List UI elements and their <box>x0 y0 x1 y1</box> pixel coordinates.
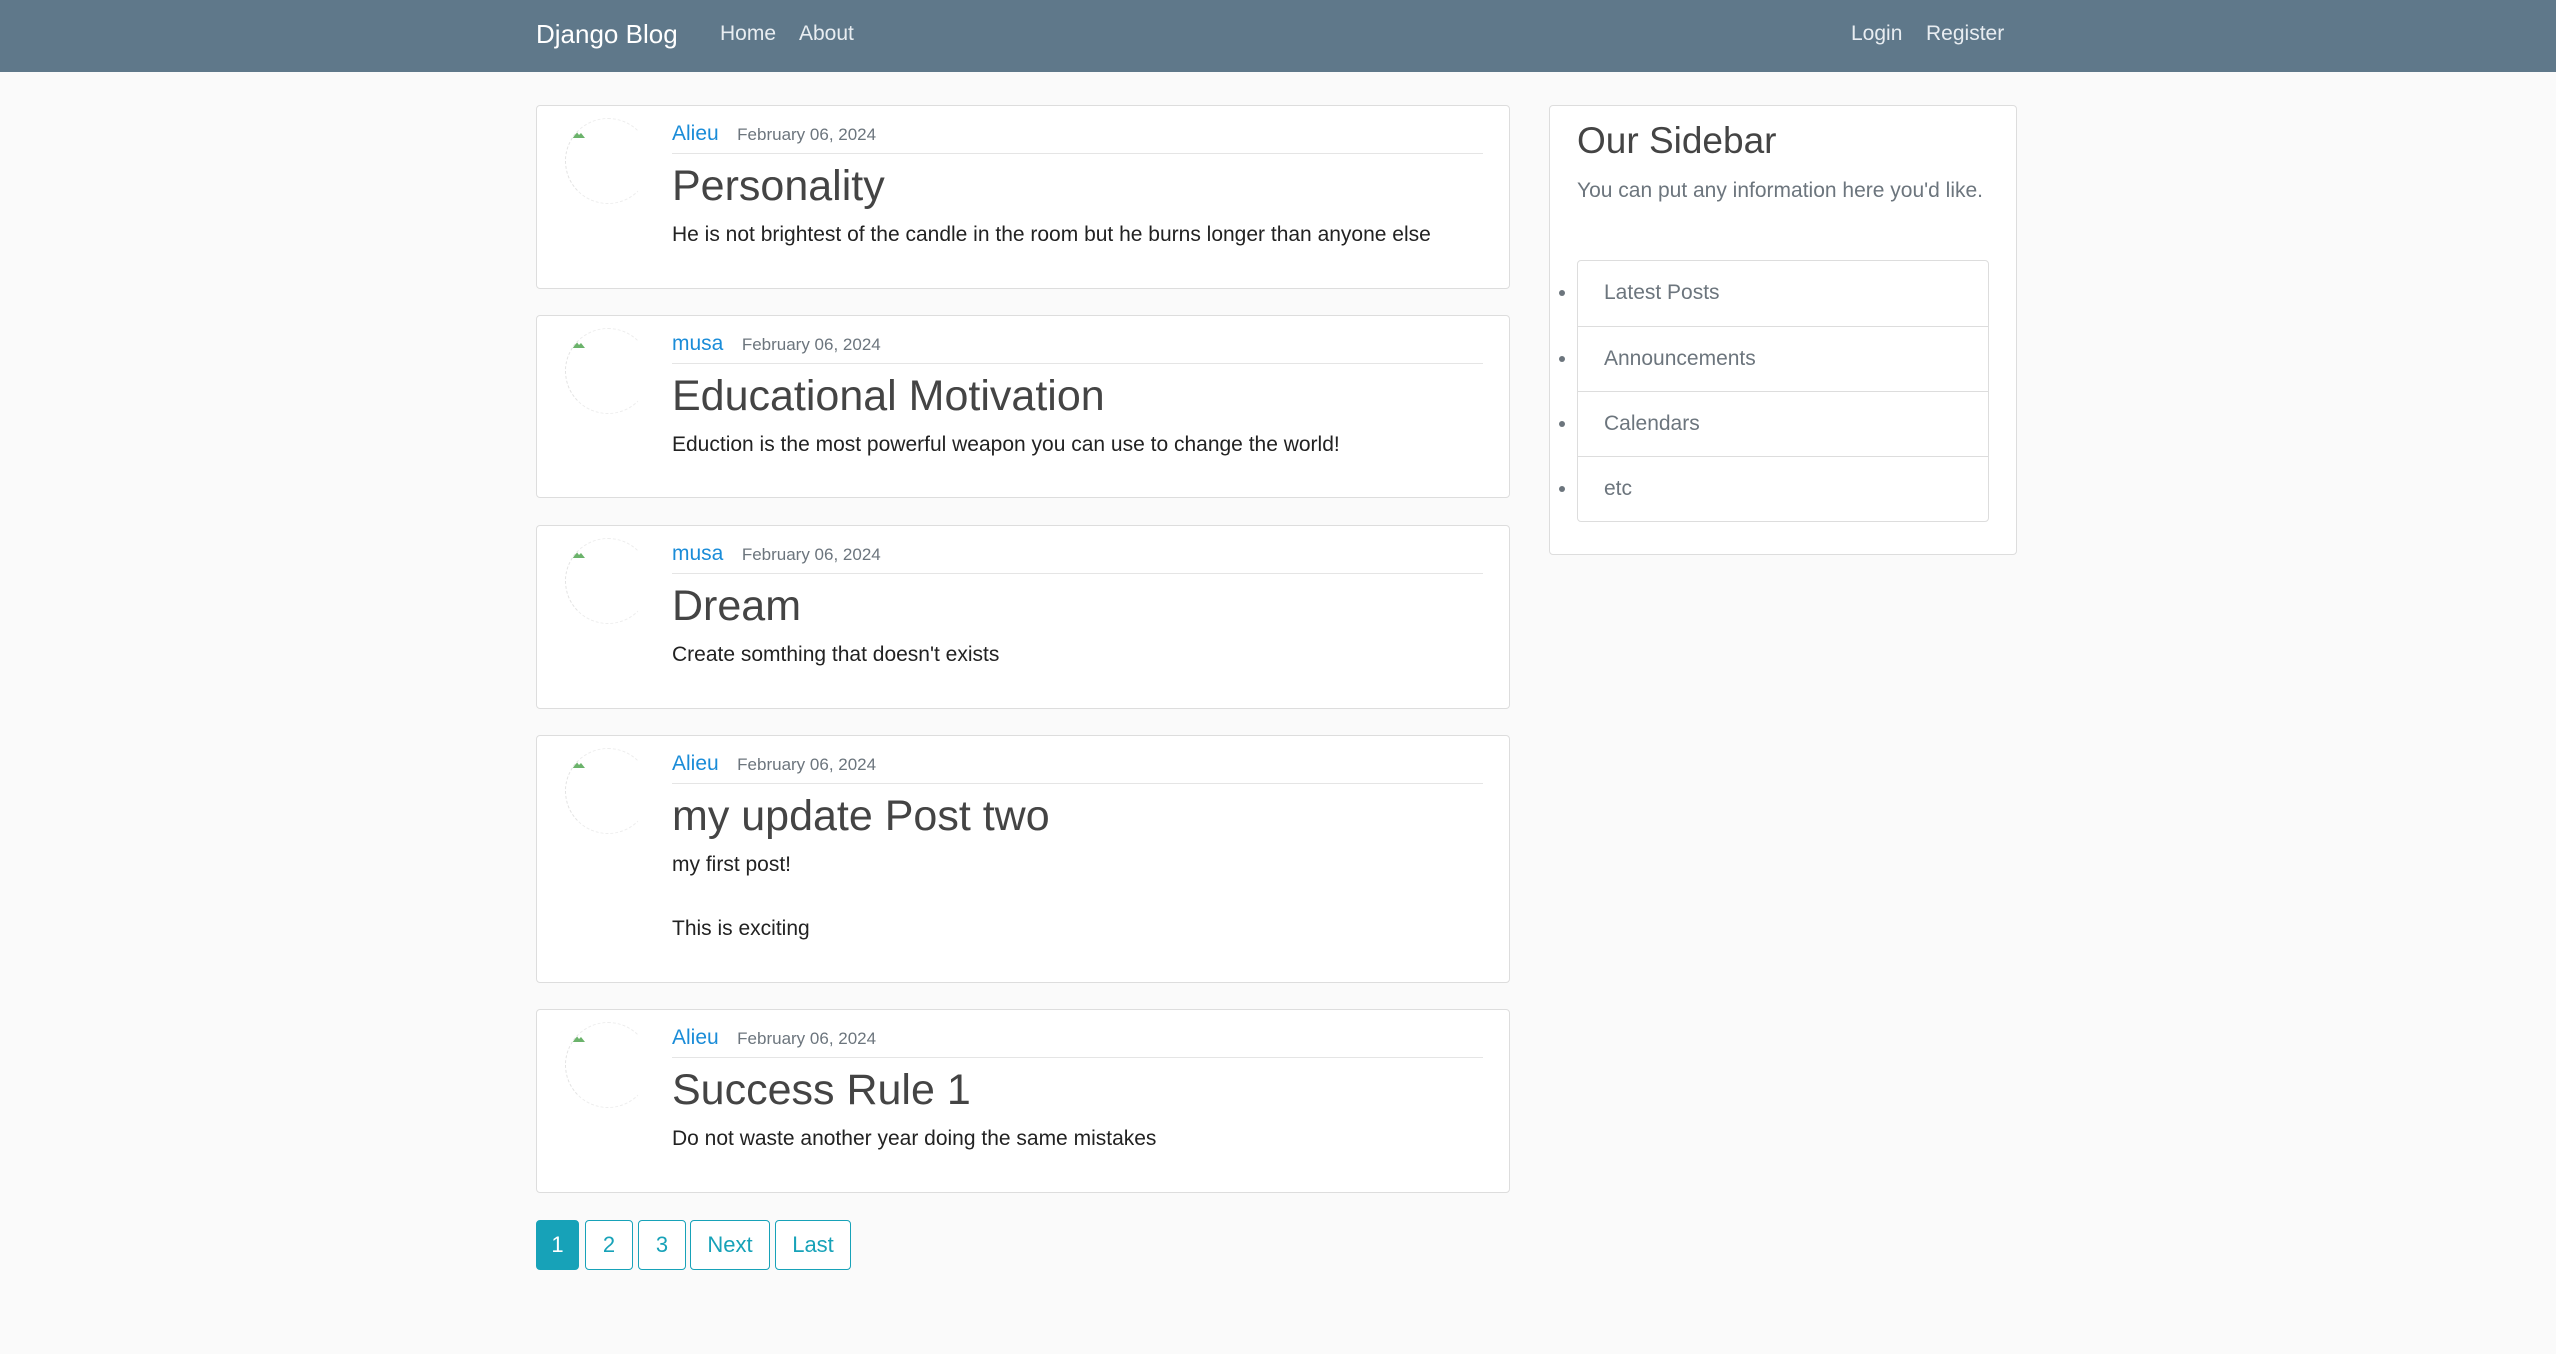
navbar-inner: Django Blog Home About Login Register <box>536 0 2006 72</box>
post-content: Do not waste another year doing the same… <box>672 1125 1483 1153</box>
post-body: musa February 06, 2024 Dream Create somt… <box>672 542 1483 669</box>
post-author-link[interactable]: Alieu <box>672 1026 719 1049</box>
post-author-link[interactable]: musa <box>672 542 723 565</box>
navbar: Django Blog Home About Login Register <box>0 0 2556 72</box>
sidebar: Our Sidebar You can put any information … <box>1549 105 2017 555</box>
post-card: musa February 06, 2024 Dream Create somt… <box>536 525 1510 709</box>
post-paragraph: He is not brightest of the candle in the… <box>672 223 1431 246</box>
post-author-link[interactable]: Alieu <box>672 122 719 145</box>
post-card: musa February 06, 2024 Educational Motiv… <box>536 315 1510 498</box>
post-meta: musa February 06, 2024 <box>672 542 1483 574</box>
author-avatar <box>565 1022 651 1108</box>
post-body: Alieu February 06, 2024 Success Rule 1 D… <box>672 1026 1483 1153</box>
author-avatar <box>565 118 651 204</box>
author-avatar <box>565 538 651 624</box>
post-card: Alieu February 06, 2024 Success Rule 1 D… <box>536 1009 1510 1193</box>
page-2-button[interactable]: 2 <box>585 1220 633 1270</box>
author-avatar <box>565 748 651 834</box>
post-paragraph: Eduction is the most powerful weapon you… <box>672 433 1340 456</box>
nav-register-link[interactable]: Register <box>1926 22 2004 46</box>
post-content: Eduction is the most powerful weapon you… <box>672 431 1483 459</box>
post-body: Alieu February 06, 2024 my update Post t… <box>672 752 1483 943</box>
post-meta: musa February 06, 2024 <box>672 332 1483 364</box>
post-card: Alieu February 06, 2024 Personality He i… <box>536 105 1510 289</box>
post-card: Alieu February 06, 2024 my update Post t… <box>536 735 1510 983</box>
post-content: He is not brightest of the candle in the… <box>672 221 1483 249</box>
broken-image-icon <box>571 755 585 768</box>
post-date: February 06, 2024 <box>737 755 877 774</box>
page-3-button[interactable]: 3 <box>638 1220 686 1270</box>
post-meta: Alieu February 06, 2024 <box>672 122 1483 154</box>
sidebar-item-etc[interactable]: etc <box>1578 456 1988 521</box>
author-avatar <box>565 328 651 414</box>
post-body: Alieu February 06, 2024 Personality He i… <box>672 122 1483 249</box>
post-date: February 06, 2024 <box>741 335 881 354</box>
post-content: my first post! This is exciting <box>672 851 1483 943</box>
post-meta: Alieu February 06, 2024 <box>672 1026 1483 1058</box>
sidebar-title: Our Sidebar <box>1577 120 1777 161</box>
post-paragraph: Create somthing that doesn't exists <box>672 643 1000 666</box>
nav-about-link[interactable]: About <box>799 22 854 46</box>
sidebar-item-latest-posts[interactable]: Latest Posts <box>1578 261 1988 326</box>
broken-image-icon <box>571 1029 585 1042</box>
page-1-button[interactable]: 1 <box>536 1220 579 1270</box>
post-date: February 06, 2024 <box>737 125 877 144</box>
next-page-button[interactable]: Next <box>690 1220 770 1270</box>
post-date: February 06, 2024 <box>741 545 881 564</box>
post-title-link[interactable]: my update Post two <box>672 789 1483 843</box>
post-author-link[interactable]: musa <box>672 332 723 355</box>
brand-link[interactable]: Django Blog <box>536 19 678 50</box>
post-author-link[interactable]: Alieu <box>672 752 719 775</box>
sidebar-list: Latest Posts Announcements Calendars etc <box>1577 260 1989 522</box>
post-date: February 06, 2024 <box>737 1029 877 1048</box>
broken-image-icon <box>571 335 585 348</box>
post-paragraph: This is exciting <box>672 917 810 940</box>
post-content: Create somthing that doesn't exists <box>672 641 1483 669</box>
post-paragraph: Do not waste another year doing the same… <box>672 1127 1157 1150</box>
sidebar-description: You can put any information here you'd l… <box>1577 179 1983 202</box>
post-title-link[interactable]: Educational Motivation <box>672 369 1483 423</box>
last-page-button[interactable]: Last <box>775 1220 851 1270</box>
nav-login-link[interactable]: Login <box>1851 22 1902 46</box>
post-title-link[interactable]: Dream <box>672 579 1483 633</box>
post-title-link[interactable]: Success Rule 1 <box>672 1063 1483 1117</box>
sidebar-item-announcements[interactable]: Announcements <box>1578 326 1988 391</box>
nav-home-link[interactable]: Home <box>720 22 776 46</box>
post-meta: Alieu February 06, 2024 <box>672 752 1483 784</box>
post-body: musa February 06, 2024 Educational Motiv… <box>672 332 1483 459</box>
broken-image-icon <box>571 125 585 138</box>
post-paragraph: my first post! <box>672 853 792 876</box>
broken-image-icon <box>571 545 585 558</box>
post-title-link[interactable]: Personality <box>672 159 1483 213</box>
sidebar-item-calendars[interactable]: Calendars <box>1578 391 1988 456</box>
